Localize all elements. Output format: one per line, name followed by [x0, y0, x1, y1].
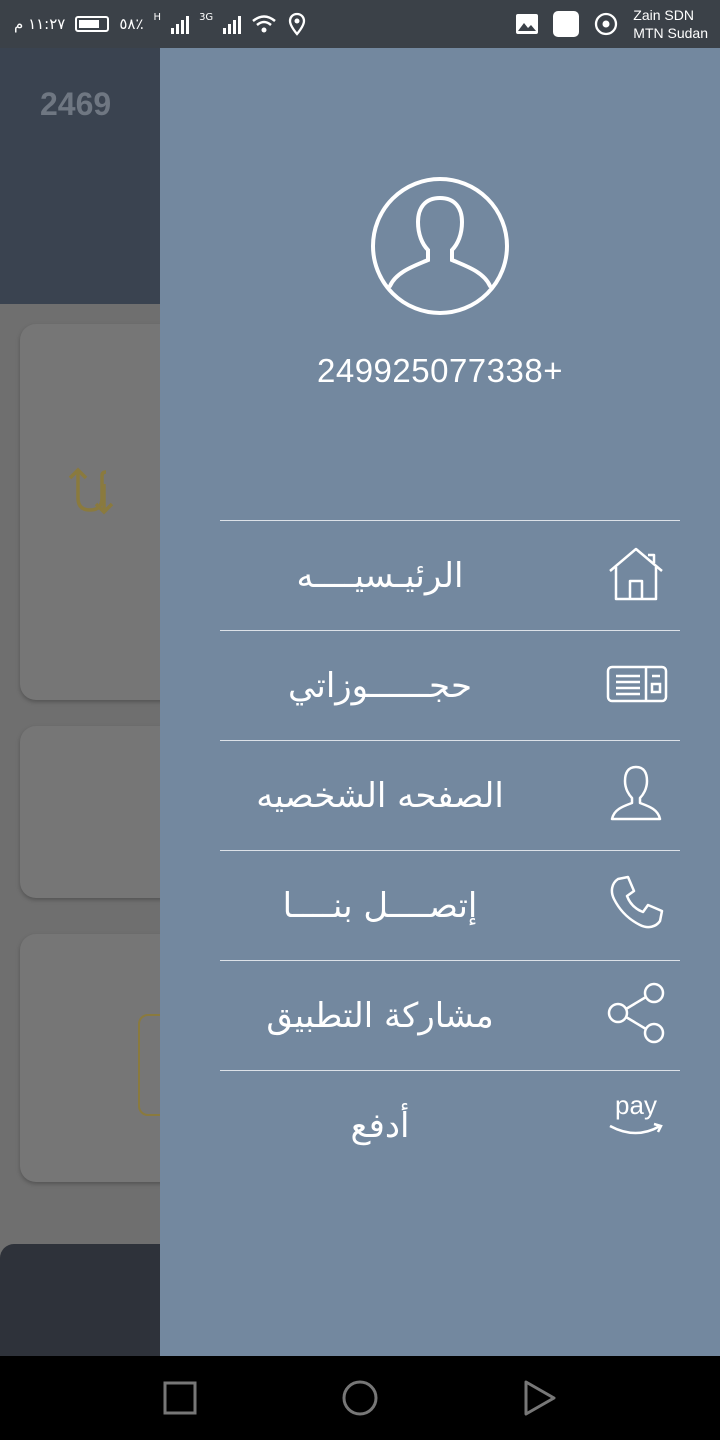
- battery-icon: [75, 16, 110, 32]
- menu-item-profile[interactable]: الصفحه الشخصيه: [220, 740, 680, 850]
- hotspot-icon: [595, 12, 618, 36]
- pay-icon-text: pay: [615, 1090, 657, 1120]
- menu-item-home[interactable]: الرئيـسيــــه: [220, 520, 680, 630]
- user-phone-number: 249925077338+: [316, 352, 563, 389]
- menu-item-label: حجــــــوزاتي: [288, 665, 472, 706]
- avatar-icon[interactable]: [370, 176, 510, 316]
- phone-icon: [610, 875, 664, 929]
- app-notification-icon: [553, 11, 580, 37]
- back-button[interactable]: [518, 1376, 562, 1420]
- background-balance: 2469: [40, 86, 112, 122]
- wifi-icon: [252, 15, 276, 33]
- share-icon: [607, 982, 665, 1044]
- menu-item-label: الرئيـسيــــه: [296, 555, 464, 596]
- clock: ١١:٢٧ م: [14, 15, 66, 33]
- swap-route-icon: [68, 467, 114, 515]
- status-left: ١١:٢٧ م ٥٨٪ H 3G: [14, 0, 307, 48]
- system-nav-bar: [0, 1356, 720, 1440]
- menu-item-pay[interactable]: أدفع pay: [220, 1070, 680, 1180]
- signal-icon: [171, 14, 190, 34]
- carrier-2: MTN Sudan: [633, 25, 708, 41]
- menu-item-label: أدفع: [350, 1105, 410, 1146]
- recents-button[interactable]: [158, 1376, 202, 1420]
- menu-item-share[interactable]: مشاركة التطبيق: [220, 960, 680, 1070]
- menu-item-label: إتصــــل بنــــا: [282, 885, 478, 926]
- menu-item-label: مشاركة التطبيق: [266, 995, 494, 1036]
- menu-item-contact[interactable]: إتصــــل بنــــا: [220, 850, 680, 960]
- pay-icon: pay: [604, 1091, 668, 1155]
- image-icon: [516, 14, 539, 34]
- drawer-menu: الرئيـسيــــه حجــــــوزاتي الصفحه الشخص…: [220, 520, 680, 1180]
- network-type-3g: 3G: [199, 12, 214, 23]
- signal-icon-2: [223, 14, 242, 34]
- ticket-icon: [606, 665, 668, 703]
- status-right: Zain SDN MTN Sudan: [515, 0, 708, 48]
- pay-smile-icon: [609, 1122, 663, 1135]
- carrier-names: Zain SDN MTN Sudan: [633, 6, 708, 42]
- menu-item-label: الصفحه الشخصيه: [256, 775, 504, 816]
- status-bar: ١١:٢٧ م ٥٨٪ H 3G Zain SDN MTN Sudan: [0, 0, 720, 48]
- home-icon: [609, 547, 663, 601]
- home-button[interactable]: [338, 1376, 382, 1420]
- carrier-1: Zain SDN: [633, 7, 694, 23]
- location-icon: [289, 12, 306, 36]
- menu-item-bookings[interactable]: حجــــــوزاتي: [220, 630, 680, 740]
- network-type-h: H: [153, 12, 162, 23]
- battery-percent: ٥٨٪: [119, 15, 144, 33]
- person-icon: [610, 765, 662, 821]
- navigation-drawer: 249925077338+ الرئيـسيــــه حجــــــوزات…: [160, 48, 720, 1356]
